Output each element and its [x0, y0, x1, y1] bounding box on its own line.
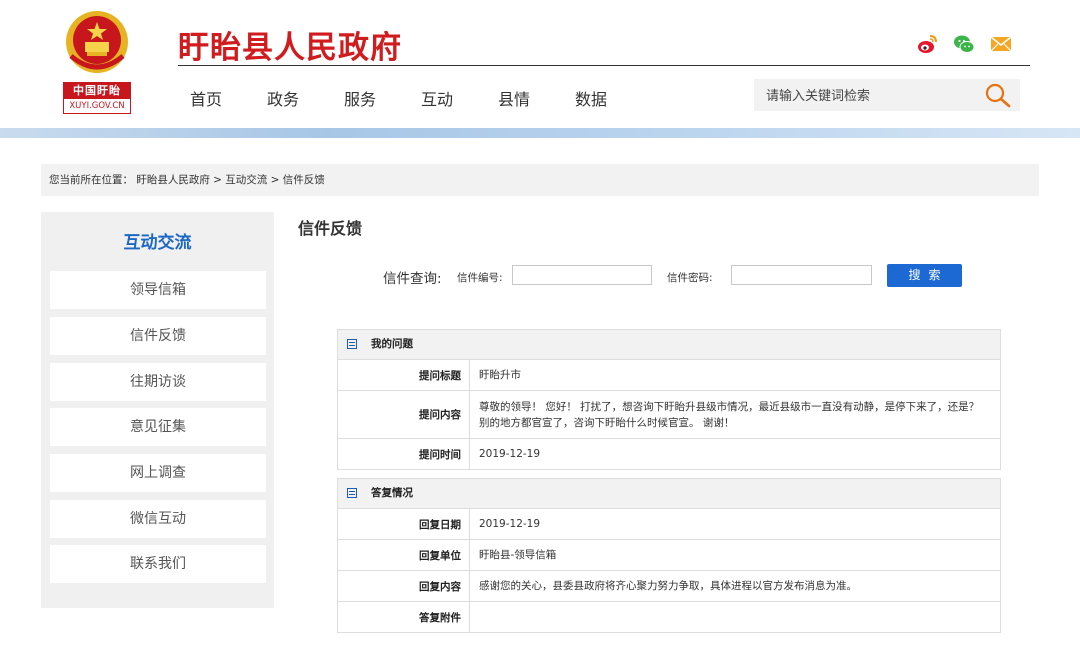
table-row: 回复日期 2019-12-19 — [338, 509, 1000, 540]
badge-top-text: 中国盱眙 — [63, 82, 131, 99]
banner-strip — [0, 128, 1080, 138]
table-row: 回复内容 感谢您的关心，县委县政府将齐心聚力努力争取，具体进程以官方发布消息为准… — [338, 571, 1000, 602]
row-value: 感谢您的关心，县委县政府将齐心聚力努力争取，具体进程以官方发布消息为准。 — [479, 580, 857, 592]
site-badge: 中国盱眙 XUYI.GOV.CN — [63, 82, 131, 116]
main-nav: 首页 政务 服务 互动 县情 数据 — [190, 86, 652, 110]
question-heading: 我的问题 — [371, 338, 413, 350]
reply-table: 答复情况 回复日期 2019-12-19 回复单位 盱眙县-领导信箱 回复内容 … — [337, 478, 1001, 633]
row-value: 盱眙升市 — [479, 369, 521, 381]
query-label: 信件查询: — [383, 271, 442, 287]
search-icon[interactable] — [984, 82, 1012, 108]
letter-password-label: 信件密码: — [667, 272, 713, 284]
sidebar-item-contact-us[interactable]: 联系我们 — [50, 545, 266, 583]
national-emblem-logo — [63, 8, 131, 80]
sidebar-item-wechat-interaction[interactable]: 微信互动 — [50, 500, 266, 538]
row-value — [470, 602, 1000, 632]
reply-table-header: 答复情况 — [338, 479, 1000, 509]
sidebar-item-past-interviews[interactable]: 往期访谈 — [50, 363, 266, 401]
row-key: 提问标题 — [338, 360, 470, 390]
sidebar-item-online-survey[interactable]: 网上调查 — [50, 454, 266, 492]
nav-county-info[interactable]: 县情 — [498, 86, 575, 110]
row-key: 回复内容 — [338, 571, 470, 601]
row-value: 尊敬的领导！ 您好！ 打扰了，想咨询下盱眙升县级市情况，最近县级市一直没有动静，… — [479, 400, 980, 429]
weibo-icon[interactable] — [916, 33, 938, 55]
nav-services[interactable]: 服务 — [344, 86, 421, 110]
header-divider — [178, 65, 1030, 66]
row-key: 答复附件 — [338, 602, 470, 632]
sidebar-item-letter-feedback[interactable]: 信件反馈 — [50, 317, 266, 355]
wechat-icon[interactable] — [953, 33, 975, 55]
table-row: 提问时间 2019-12-19 — [338, 439, 1000, 469]
table-row: 回复单位 盱眙县-领导信箱 — [338, 540, 1000, 571]
page-title: 信件反馈 — [298, 219, 363, 238]
table-row: 提问标题 盱眙升市 — [338, 360, 1000, 391]
search-box — [754, 79, 1020, 111]
letter-number-input[interactable] — [512, 265, 652, 285]
sidebar: 互动交流 领导信箱 信件反馈 往期访谈 意见征集 网上调查 微信互动 联系我们 — [41, 212, 274, 608]
letter-password-input[interactable] — [731, 265, 872, 285]
row-key: 回复单位 — [338, 540, 470, 570]
query-search-button[interactable]: 搜索 — [887, 264, 962, 287]
site-title: 盱眙县人民政府 — [178, 30, 402, 66]
mail-icon[interactable] — [990, 33, 1012, 55]
sidebar-item-opinion-collection[interactable]: 意见征集 — [50, 408, 266, 446]
nav-data[interactable]: 数据 — [575, 86, 652, 110]
reply-heading: 答复情况 — [371, 487, 413, 499]
letter-number-label: 信件编号: — [457, 272, 503, 284]
row-key: 提问内容 — [338, 391, 470, 438]
row-key: 回复日期 — [338, 509, 470, 539]
row-value: 2019-12-19 — [479, 448, 541, 460]
sidebar-item-leader-mailbox[interactable]: 领导信箱 — [50, 271, 266, 309]
nav-government-affairs[interactable]: 政务 — [267, 86, 344, 110]
badge-domain-text: XUYI.GOV.CN — [63, 99, 131, 114]
sidebar-title: 互动交流 — [123, 233, 192, 253]
nav-interaction[interactable]: 互动 — [421, 86, 498, 110]
document-icon — [347, 488, 357, 498]
document-icon — [347, 339, 357, 349]
question-table-header: 我的问题 — [338, 330, 1000, 360]
row-key: 提问时间 — [338, 439, 470, 469]
table-row: 提问内容 尊敬的领导！ 您好！ 打扰了，想咨询下盱眙升县级市情况，最近县级市一直… — [338, 391, 1000, 439]
search-input[interactable] — [764, 85, 968, 107]
row-value: 2019-12-19 — [479, 518, 541, 530]
breadcrumb: 您当前所在位置： 盱眙县人民政府 > 互动交流 > 信件反馈 — [41, 164, 1039, 196]
row-value: 盱眙县-领导信箱 — [479, 549, 557, 561]
question-table: 我的问题 提问标题 盱眙升市 提问内容 尊敬的领导！ 您好！ 打扰了，想咨询下盱… — [337, 329, 1001, 470]
table-row: 答复附件 — [338, 602, 1000, 632]
nav-home[interactable]: 首页 — [190, 86, 267, 110]
